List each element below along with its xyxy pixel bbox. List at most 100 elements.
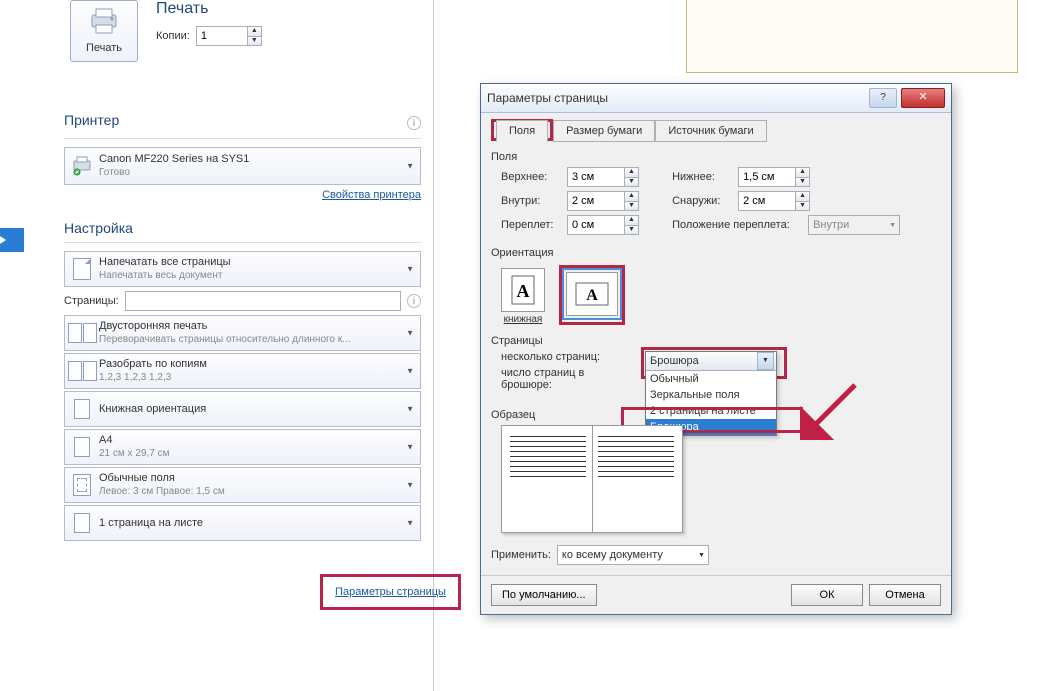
margin-bottom-input[interactable] bbox=[739, 168, 795, 186]
dialog-help-button[interactable]: ? bbox=[869, 88, 897, 108]
printer-status-icon bbox=[71, 155, 93, 177]
duplex-sub: Переворачивать страницы относительно дли… bbox=[99, 333, 350, 346]
page-setup-dialog: Параметры страницы ? ✕ Поля Размер бумаг… bbox=[480, 83, 952, 615]
orientation-title: Книжная ориентация bbox=[99, 403, 206, 416]
margins-sub: Левое: 3 см Правое: 1,5 см bbox=[99, 485, 225, 498]
ok-button[interactable]: ОК bbox=[791, 584, 863, 606]
defaults-button[interactable]: По умолчанию... bbox=[491, 584, 597, 606]
print-range-sub: Напечатать весь документ bbox=[99, 269, 231, 282]
print-range-selector[interactable]: Напечатать все страницы Напечатать весь … bbox=[64, 251, 421, 287]
pages-group-label: Страницы bbox=[491, 335, 941, 347]
print-preview-page bbox=[686, 0, 1018, 73]
gutter-pos-label: Положение переплета: bbox=[672, 219, 802, 231]
dd-option-2pages[interactable]: 2 страницы на листе bbox=[646, 403, 776, 419]
print-button[interactable]: Печать bbox=[70, 0, 138, 62]
spin-up[interactable]: ▲ bbox=[624, 216, 638, 225]
multi-pages-label: несколько страниц: bbox=[501, 351, 631, 363]
margin-outside-spinner[interactable]: ▲▼ bbox=[738, 191, 810, 211]
printer-properties-link[interactable]: Свойства принтера bbox=[322, 189, 421, 201]
copies-input[interactable] bbox=[197, 27, 247, 45]
orientation-landscape[interactable]: A bbox=[566, 272, 618, 316]
margin-gutter-input[interactable] bbox=[568, 216, 624, 234]
margin-top-label: Верхнее: bbox=[501, 171, 561, 183]
margins-group-label: Поля bbox=[491, 151, 941, 163]
orientation-portrait-label: книжная bbox=[501, 314, 545, 325]
spin-down[interactable]: ▼ bbox=[624, 177, 638, 187]
margin-top-input[interactable] bbox=[568, 168, 624, 186]
margin-outside-input[interactable] bbox=[739, 192, 795, 210]
info-icon[interactable]: i bbox=[407, 116, 421, 130]
copies-down[interactable]: ▼ bbox=[247, 36, 261, 46]
spin-up[interactable]: ▲ bbox=[795, 192, 809, 201]
tab-fields-highlight: Поля bbox=[491, 119, 553, 141]
spin-up[interactable]: ▲ bbox=[624, 192, 638, 201]
gutter-pos-value: Внутри bbox=[813, 219, 849, 231]
orientation-selector[interactable]: Книжная ориентация ▼ bbox=[64, 391, 421, 427]
print-heading: Печать bbox=[156, 0, 262, 18]
margin-gutter-label: Переплет: bbox=[501, 219, 561, 231]
margins-selector[interactable]: Обычные поля Левое: 3 см Правое: 1,5 см … bbox=[64, 467, 421, 503]
spin-down[interactable]: ▼ bbox=[624, 201, 638, 211]
orientation-portrait[interactable]: A книжная bbox=[501, 268, 545, 325]
apply-to-select[interactable]: ко всему документу ▼ bbox=[557, 545, 709, 565]
pages-per-sheet-title: 1 страница на листе bbox=[99, 517, 203, 530]
printer-name: Canon MF220 Series на SYS1 bbox=[99, 153, 249, 166]
printer-selector[interactable]: Canon MF220 Series на SYS1 Готово ▼ bbox=[64, 147, 421, 185]
multi-pages-selected[interactable]: Брошюра ▼ bbox=[646, 352, 776, 371]
svg-text:A: A bbox=[586, 287, 598, 304]
sample-preview bbox=[501, 425, 683, 533]
margin-top-spinner[interactable]: ▲▼ bbox=[567, 167, 639, 187]
copies-label: Копии: bbox=[156, 30, 190, 42]
apply-label: Применить: bbox=[491, 549, 551, 561]
dd-option-mirror[interactable]: Зеркальные поля bbox=[646, 387, 776, 403]
dialog-title: Параметры страницы bbox=[487, 91, 608, 105]
copies-up[interactable]: ▲ bbox=[247, 27, 261, 36]
spin-down[interactable]: ▼ bbox=[795, 201, 809, 211]
chevron-down-icon: ▼ bbox=[889, 222, 896, 229]
pages-label: Страницы: bbox=[64, 295, 119, 307]
info-icon[interactable]: i bbox=[407, 294, 421, 308]
paper-title: A4 bbox=[99, 434, 169, 447]
chevron-down-icon: ▼ bbox=[757, 352, 774, 370]
chevron-down-icon: ▼ bbox=[406, 519, 414, 528]
cancel-button[interactable]: Отмена bbox=[869, 584, 941, 606]
collate-selector[interactable]: Разобрать по копиям 1,2,3 1,2,3 1,2,3 ▼ bbox=[64, 353, 421, 389]
printer-heading: Принтер bbox=[64, 112, 119, 128]
spin-up[interactable]: ▲ bbox=[624, 168, 638, 177]
spin-down[interactable]: ▼ bbox=[624, 225, 638, 235]
spin-up[interactable]: ▲ bbox=[795, 168, 809, 177]
margin-inside-label: Внутри: bbox=[501, 195, 561, 207]
chevron-down-icon: ▼ bbox=[406, 405, 414, 414]
orientation-landscape-highlight: A bbox=[559, 265, 625, 325]
pages-per-sheet-selector[interactable]: 1 страница на листе ▼ bbox=[64, 505, 421, 541]
paper-size-icon bbox=[71, 436, 93, 458]
printer-icon bbox=[86, 7, 122, 35]
paper-size-selector[interactable]: A4 21 см x 29,7 см ▼ bbox=[64, 429, 421, 465]
dialog-close-button[interactable]: ✕ bbox=[901, 88, 945, 108]
tab-fields[interactable]: Поля bbox=[496, 120, 548, 142]
tab-paper-size[interactable]: Размер бумаги bbox=[553, 120, 655, 142]
dd-option-normal[interactable]: Обычный bbox=[646, 371, 776, 387]
margins-icon bbox=[71, 474, 93, 496]
copies-spinner[interactable]: ▲ ▼ bbox=[196, 26, 262, 46]
pages-input[interactable] bbox=[125, 291, 401, 311]
margin-bottom-spinner[interactable]: ▲▼ bbox=[738, 167, 810, 187]
settings-heading: Настройка bbox=[64, 220, 421, 236]
gutter-pos-select: Внутри ▼ bbox=[808, 215, 900, 235]
margin-inside-spinner[interactable]: ▲▼ bbox=[567, 191, 639, 211]
duplex-selector[interactable]: Двусторонняя печать Переворачивать стран… bbox=[64, 315, 421, 351]
chevron-down-icon: ▼ bbox=[406, 265, 414, 274]
margin-gutter-spinner[interactable]: ▲▼ bbox=[567, 215, 639, 235]
margin-outside-label: Снаружи: bbox=[672, 195, 732, 207]
print-range-title: Напечатать все страницы bbox=[99, 256, 231, 269]
margin-inside-input[interactable] bbox=[568, 192, 624, 210]
spin-down[interactable]: ▼ bbox=[795, 177, 809, 187]
duplex-icon bbox=[71, 322, 93, 344]
paper-sub: 21 см x 29,7 см bbox=[99, 447, 169, 460]
page-setup-link[interactable]: Параметры страницы bbox=[335, 586, 446, 598]
multi-pages-dropdown[interactable]: Брошюра ▼ Обычный Зеркальные поля 2 стра… bbox=[645, 351, 777, 436]
svg-text:A: A bbox=[517, 281, 530, 301]
orientation-icon bbox=[71, 398, 93, 420]
dialog-titlebar[interactable]: Параметры страницы ? ✕ bbox=[481, 84, 951, 113]
tab-paper-source[interactable]: Источник бумаги bbox=[655, 120, 766, 142]
